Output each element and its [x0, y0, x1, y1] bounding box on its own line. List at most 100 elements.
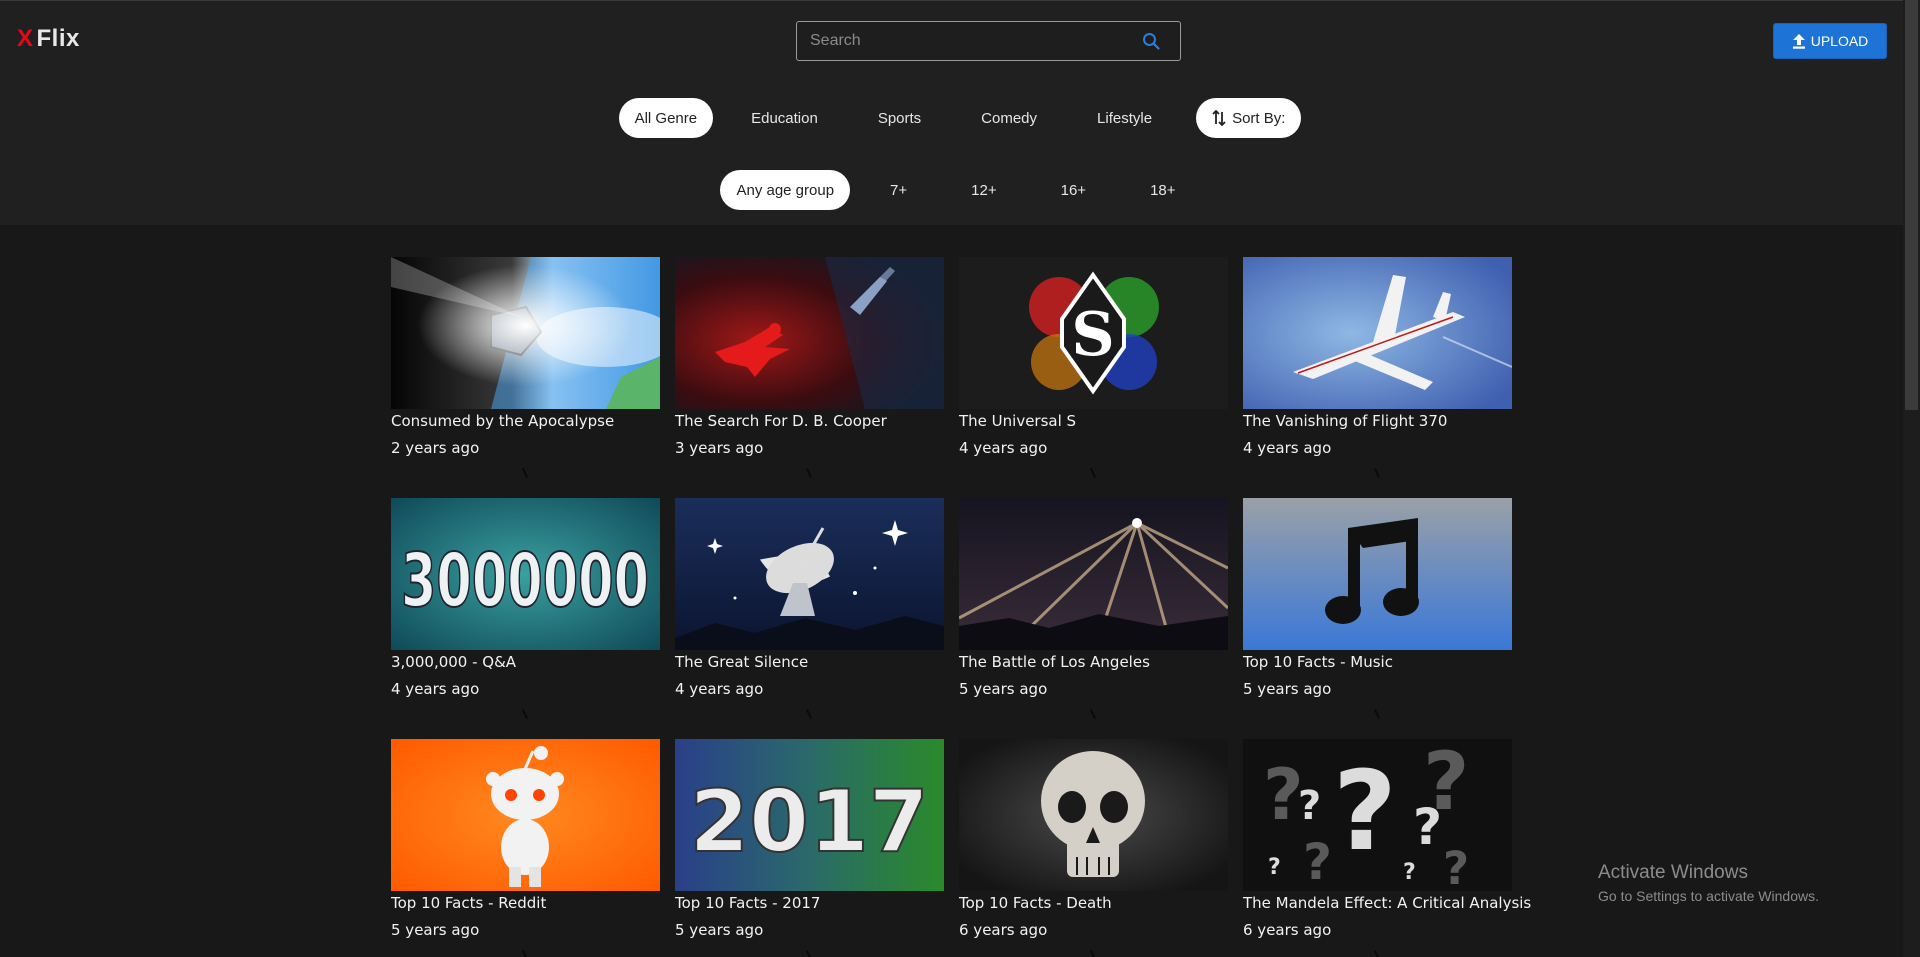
- chip-education[interactable]: Education: [729, 98, 840, 138]
- age-filter: Any age group 7+ 12+ 16+ 18+: [0, 170, 1920, 210]
- video-title[interactable]: Consumed by the Apocalypse: [391, 412, 660, 430]
- video-age: 6 years ago: [1243, 921, 1332, 939]
- tick-mark: [1089, 468, 1097, 478]
- video-card[interactable]: S The Universal S 4 years ago: [959, 257, 1228, 478]
- chip-any-age[interactable]: Any age group: [720, 170, 851, 210]
- video-age: 5 years ago: [1243, 680, 1332, 698]
- video-thumbnail-3000000[interactable]: 3000000: [391, 498, 660, 650]
- tick-mark: [1373, 468, 1381, 478]
- video-age: 4 years ago: [1243, 439, 1332, 457]
- video-thumbnail-los-angeles[interactable]: [959, 498, 1228, 650]
- tick-mark: [521, 468, 529, 478]
- video-title[interactable]: 3,000,000 - Q&A: [391, 653, 660, 671]
- video-card[interactable]: Top 10 Facts - Death 6 years ago: [959, 739, 1228, 957]
- video-title[interactable]: Top 10 Facts - Music: [1243, 653, 1512, 671]
- svg-text:?: ?: [1303, 833, 1332, 891]
- upload-button[interactable]: UPLOAD: [1773, 23, 1887, 59]
- windows-activation-watermark: Activate Windows Go to Settings to activ…: [1598, 862, 1819, 904]
- thumb-letter: S: [1071, 300, 1114, 370]
- video-age: 3 years ago: [675, 439, 764, 457]
- chip-all-genre[interactable]: All Genre: [618, 98, 714, 138]
- chip-lifestyle[interactable]: Lifestyle: [1075, 98, 1174, 138]
- chip-sports[interactable]: Sports: [856, 98, 943, 138]
- video-age: 5 years ago: [391, 921, 480, 939]
- video-card[interactable]: Top 10 Facts - Music 5 years ago: [1243, 498, 1512, 719]
- sort-by-button[interactable]: Sort By:: [1196, 98, 1302, 138]
- video-title[interactable]: The Battle of Los Angeles: [959, 653, 1228, 671]
- tick-mark: [1089, 950, 1097, 957]
- video-card[interactable]: 3000000 3,000,000 - Q&A 4 years ago: [391, 498, 660, 719]
- video-title[interactable]: The Great Silence: [675, 653, 944, 671]
- chip-age-16[interactable]: 16+: [1037, 170, 1110, 210]
- logo-name: Flix: [36, 25, 80, 52]
- video-card[interactable]: Top 10 Facts - Reddit 5 years ago: [391, 739, 660, 957]
- chip-age-7[interactable]: 7+: [866, 170, 931, 210]
- video-age: 4 years ago: [959, 439, 1048, 457]
- tick-mark: [805, 950, 813, 957]
- video-thumbnail-apocalypse[interactable]: [391, 257, 660, 409]
- thumb-year: 2017: [689, 772, 928, 872]
- video-grid: Consumed by the Apocalypse 2 years ago T…: [391, 257, 1531, 957]
- search-icon[interactable]: [1136, 26, 1166, 56]
- scrollbar-thumb[interactable]: [1905, 0, 1918, 410]
- video-card[interactable]: The Battle of Los Angeles 5 years ago: [959, 498, 1228, 719]
- svg-text:?: ?: [1268, 855, 1281, 880]
- sort-icon: [1212, 110, 1226, 126]
- video-title[interactable]: Top 10 Facts - Death: [959, 894, 1228, 912]
- tick-mark: [1373, 709, 1381, 719]
- video-thumbnail-music[interactable]: [1243, 498, 1512, 650]
- upload-label: UPLOAD: [1810, 33, 1869, 49]
- video-card[interactable]: Consumed by the Apocalypse 2 years ago: [391, 257, 660, 478]
- chip-age-18[interactable]: 18+: [1126, 170, 1199, 210]
- video-age: 2 years ago: [391, 439, 480, 457]
- video-title[interactable]: The Universal S: [959, 412, 1228, 430]
- search-input[interactable]: [797, 22, 1136, 60]
- video-thumbnail-death[interactable]: [959, 739, 1228, 891]
- video-age: 6 years ago: [959, 921, 1048, 939]
- video-title[interactable]: Top 10 Facts - 2017: [675, 894, 944, 912]
- tick-mark: [805, 709, 813, 719]
- tick-mark: [521, 950, 529, 957]
- top-header: X Flix UPLOAD All Genre Education Sports…: [0, 0, 1920, 225]
- video-thumbnail-mandela[interactable]: ? ? ? ? ? ? ? ? ?: [1243, 739, 1512, 891]
- thumb-question-mark: ?: [1333, 747, 1397, 875]
- video-card[interactable]: The Vanishing of Flight 370 4 years ago: [1243, 257, 1512, 478]
- tick-mark: [805, 468, 813, 478]
- tick-mark: [1089, 709, 1097, 719]
- svg-text:?: ?: [1298, 783, 1321, 829]
- video-thumbnail-2017[interactable]: 2017: [675, 739, 944, 891]
- svg-text:?: ?: [1413, 798, 1442, 856]
- video-age: 5 years ago: [675, 921, 764, 939]
- sort-label: Sort By:: [1232, 109, 1286, 127]
- video-thumbnail-reddit[interactable]: [391, 739, 660, 891]
- video-age: 4 years ago: [675, 680, 764, 698]
- tick-mark: [521, 709, 529, 719]
- video-title[interactable]: The Vanishing of Flight 370: [1243, 412, 1512, 430]
- video-card[interactable]: The Great Silence 4 years ago: [675, 498, 944, 719]
- video-title[interactable]: The Search For D. B. Cooper: [675, 412, 944, 430]
- search-box: [796, 21, 1181, 61]
- video-card[interactable]: ? ? ? ? ? ? ? ? ? The Mandela Effect: A …: [1243, 739, 1531, 957]
- svg-text:?: ?: [1443, 842, 1469, 891]
- video-thumbnail-flight-370[interactable]: [1243, 257, 1512, 409]
- video-thumbnail-db-cooper[interactable]: [675, 257, 944, 409]
- video-thumbnail-universal-s[interactable]: S: [959, 257, 1228, 409]
- video-title[interactable]: Top 10 Facts - Reddit: [391, 894, 660, 912]
- svg-text:?: ?: [1403, 860, 1416, 885]
- video-title[interactable]: The Mandela Effect: A Critical Analysis: [1243, 894, 1531, 912]
- watermark-subtitle: Go to Settings to activate Windows.: [1598, 888, 1819, 904]
- video-age: 4 years ago: [391, 680, 480, 698]
- chip-age-12[interactable]: 12+: [947, 170, 1020, 210]
- logo-mark: X: [17, 25, 34, 52]
- thumb-number: 3000000: [401, 538, 649, 624]
- tick-mark: [1373, 950, 1381, 957]
- video-thumbnail-great-silence[interactable]: [675, 498, 944, 650]
- video-card[interactable]: The Search For D. B. Cooper 3 years ago: [675, 257, 944, 478]
- upload-icon: [1792, 33, 1806, 49]
- video-card[interactable]: 2017 Top 10 Facts - 2017 5 years ago: [675, 739, 944, 957]
- chip-comedy[interactable]: Comedy: [959, 98, 1059, 138]
- app-logo[interactable]: X Flix: [17, 25, 80, 53]
- genre-filter: All Genre Education Sports Comedy Lifest…: [0, 98, 1920, 138]
- vertical-scrollbar[interactable]: [1903, 0, 1920, 957]
- video-age: 5 years ago: [959, 680, 1048, 698]
